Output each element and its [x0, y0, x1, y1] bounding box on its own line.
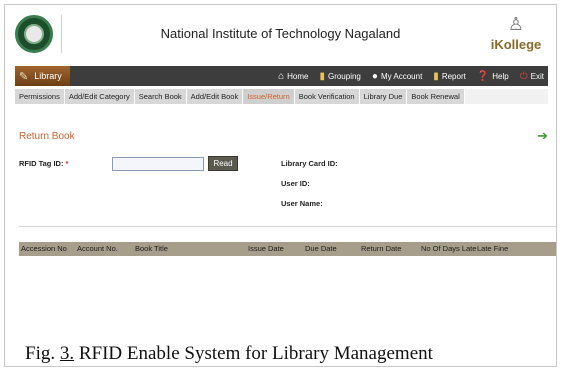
nav-report[interactable]: ▮ Report	[433, 71, 466, 82]
nav-exit[interactable]: ⏻ Exit	[520, 71, 544, 82]
nav-grouping[interactable]: ▮ Grouping	[319, 71, 360, 82]
sub-tabs: Permissions Add/Edit Category Search Boo…	[15, 89, 548, 104]
top-nav: ⌂ Home ▮ Grouping ● My Account ▮ Report …	[267, 66, 544, 86]
institute-name: National Institute of Technology Nagalan…	[160, 26, 401, 41]
col-accession-no: Accession No	[21, 244, 67, 253]
nav-help-label: Help	[492, 71, 509, 81]
nav-report-label: Report	[441, 71, 466, 81]
report-icon: ▮	[433, 70, 439, 82]
nav-my-account-label: My Account	[380, 71, 423, 81]
nav-my-account[interactable]: ● My Account	[372, 71, 422, 82]
rfid-tag-input[interactable]	[112, 157, 204, 171]
tab-book-verification[interactable]: Book Verification	[294, 89, 360, 104]
tab-add-edit-category[interactable]: Add/Edit Category	[64, 89, 135, 104]
col-return-date: Return Date	[361, 244, 402, 253]
book-icon: ✎	[19, 70, 29, 83]
grouping-icon: ▮	[319, 70, 325, 82]
tab-permissions[interactable]: Permissions	[15, 89, 65, 104]
table-header: Accession No Account No. Book Title Issu…	[19, 242, 556, 256]
library-card-label: Library Card ID:	[281, 159, 338, 168]
user-id-label: User ID:	[281, 179, 310, 188]
back-arrow-icon[interactable]: ➔	[537, 128, 548, 144]
exit-icon: ⏻	[519, 70, 528, 82]
nav-home[interactable]: ⌂ Home	[278, 71, 308, 82]
tab-search-book[interactable]: Search Book	[134, 89, 187, 104]
figure-caption: Fig. 3. RFID Enable System for Library M…	[25, 343, 433, 365]
nav-help[interactable]: ❓ Help	[477, 71, 509, 82]
rfid-label: RFID Tag ID: *	[19, 159, 68, 168]
help-icon: ❓	[476, 70, 490, 82]
brand-name: iKollege	[490, 37, 542, 52]
nav-home-label: Home	[287, 71, 309, 81]
tab-issue-return[interactable]: Issue/Return	[243, 89, 295, 104]
col-book-title: Book Title	[135, 244, 168, 253]
section-divider	[19, 226, 556, 227]
col-account-no: Account No.	[77, 244, 118, 253]
col-late-fine: Late Fine	[477, 244, 509, 253]
read-button[interactable]: Read	[208, 156, 238, 171]
nav-grouping-label: Grouping	[327, 71, 361, 81]
header: National Institute of Technology Nagalan…	[5, 5, 556, 63]
col-due-date: Due Date	[305, 244, 337, 253]
col-issue-date: Issue Date	[248, 244, 284, 253]
user-name-label: User Name:	[281, 199, 323, 208]
page-title: Return Book	[19, 131, 75, 142]
home-icon: ⌂	[278, 70, 285, 82]
tab-book-renewal[interactable]: Book Renewal	[407, 89, 465, 104]
app-frame: National Institute of Technology Nagalan…	[4, 4, 557, 367]
module-label: Library	[34, 71, 62, 81]
tab-add-edit-book[interactable]: Add/Edit Book	[186, 89, 244, 104]
account-icon: ●	[371, 70, 378, 82]
col-days-late: No Of Days Late	[421, 244, 477, 253]
main-navbar: ✎ Library ⌂ Home ▮ Grouping ● My Account…	[15, 66, 548, 86]
caption-text: RFID Enable System for Library Managemen…	[74, 343, 433, 364]
brand-logo: ♙ iKollege	[484, 13, 548, 52]
caption-number: 3.	[59, 343, 75, 364]
caption-prefix: Fig.	[25, 343, 60, 364]
brand-icon: ♙	[507, 14, 525, 34]
required-mark: *	[65, 159, 69, 168]
tab-library-due[interactable]: Library Due	[359, 89, 408, 104]
nav-exit-label: Exit	[530, 71, 544, 81]
rfid-label-text: RFID Tag ID:	[19, 159, 64, 168]
module-library[interactable]: ✎ Library	[15, 66, 70, 86]
